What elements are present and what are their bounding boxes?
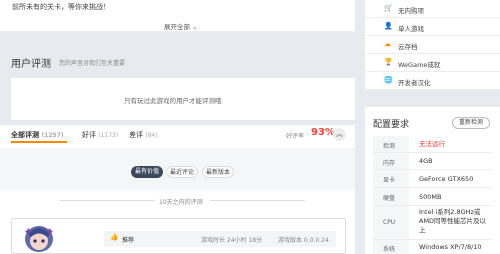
tab-label: 好评 (82, 131, 96, 139)
description-text: 前所未有的关卡，等你来挑战！ (12, 3, 110, 11)
expand-all-button[interactable]: 展开全部 ⌄ (164, 21, 198, 31)
feature-item-single-player: 👤 单人游戏 (365, 18, 500, 36)
tab-label: 全部评测 (11, 131, 39, 139)
system-requirements-title: 配置要求 (373, 120, 410, 130)
trophy-icon: 🏆 (384, 58, 393, 66)
feature-item-no-iap: 🛒 无内购项 (365, 0, 500, 18)
config-row-os: 系统 Windows XP/7/8/10 (373, 240, 493, 254)
config-value: GeForce GTX650 (419, 175, 474, 183)
config-key-cell: 系统 (373, 240, 409, 254)
config-row-memory: 内存 4GB (373, 153, 493, 170)
config-key: 检测 (383, 143, 396, 150)
config-value: Intel i系列2.8GHz或AMD同等性能芯片及以上 (419, 208, 487, 234)
recommend-label: 推荐 (122, 237, 135, 244)
cloud-icon: ☁ (384, 40, 391, 48)
config-key-cell: 显卡 (373, 170, 409, 187)
config-value: 无法运行 (419, 140, 445, 148)
user-icon: 👤 (384, 22, 393, 30)
tab-count: (1257) (41, 132, 64, 139)
positive-rate-value: 93% (311, 127, 335, 138)
config-row-check: 检测 无法运行 (373, 136, 493, 153)
review-notice-text: 只有玩过此游戏的用户才能评测哦 (124, 97, 222, 105)
config-key-cell: 内存 (373, 153, 409, 169)
feature-label: 无内购项 (398, 7, 424, 15)
sort-recent-comments-button[interactable]: 最近评论 (166, 166, 198, 178)
feature-item-cloud-save: ☁ 云存档 (365, 36, 500, 54)
feature-label: WeGame成就 (398, 61, 441, 69)
config-key: CPU (383, 219, 396, 226)
tab-positive-reviews[interactable]: 好评 (1173) (82, 130, 118, 140)
tab-count: (84) (145, 132, 158, 139)
config-key: 显卡 (383, 177, 396, 184)
playtime-text: 游戏时长 24小时 18分 (201, 237, 263, 244)
tab-count: (1173) (98, 132, 119, 139)
reviews-title: 用户评测 (11, 59, 51, 70)
chevron-down-icon: ⌄ (192, 23, 198, 31)
divider (210, 200, 305, 201)
sort-most-helpful-button[interactable]: 最有价值 (131, 166, 163, 178)
config-key-cell: 检测 (373, 136, 409, 152)
days-label: 10天之内的评测 (159, 199, 203, 206)
feature-label: 单人游戏 (398, 25, 424, 33)
expand-all-label: 展开全部 (164, 23, 190, 31)
feature-item-achievements: 🏆 WeGame成就 (365, 54, 500, 72)
version-text: 游戏版本 0.0.0.24 (278, 237, 329, 244)
config-value: 4GB (419, 157, 433, 165)
chevron-up-icon[interactable]: ︽ (333, 128, 346, 141)
sort-latest-version-button[interactable]: 最新版本 (202, 166, 234, 178)
avatar[interactable] (20, 224, 58, 254)
tab-label: 差评 (129, 131, 143, 139)
thumbs-up-icon: 👍 (110, 233, 119, 241)
feature-label: 云存档 (398, 43, 418, 51)
config-row-cpu: CPU Intel i系列2.8GHz或AMD同等性能芯片及以上 (373, 206, 493, 240)
config-key-cell: 硬盘 (373, 188, 409, 205)
config-key: 硬盘 (383, 195, 396, 202)
feature-item-localization: 🌐 开发者汉化 (365, 72, 500, 90)
config-value: 500MB (419, 193, 442, 201)
tab-all-reviews[interactable]: 全部评测 (1257) (11, 130, 64, 140)
config-value: Windows XP/7/8/10 (419, 243, 482, 251)
config-key: 内存 (383, 160, 396, 167)
positive-rate-label: 好评率 (286, 133, 305, 140)
config-key-cell: CPU (373, 206, 409, 239)
active-tab-indicator (11, 141, 67, 143)
reviews-subtitle: 您的声音对我们至关重要 (59, 60, 126, 67)
divider (60, 200, 155, 201)
tab-negative-reviews[interactable]: 差评 (84) (129, 130, 158, 140)
config-key: 系统 (383, 246, 396, 253)
globe-icon: 🌐 (384, 76, 393, 84)
recheck-button[interactable]: 重新检测 (452, 117, 490, 129)
config-row-gpu: 显卡 GeForce GTX650 (373, 170, 493, 188)
feature-label: 开发者汉化 (398, 79, 431, 87)
cart-icon: 🛒 (384, 4, 393, 12)
config-row-disk: 硬盘 500MB (373, 188, 493, 206)
